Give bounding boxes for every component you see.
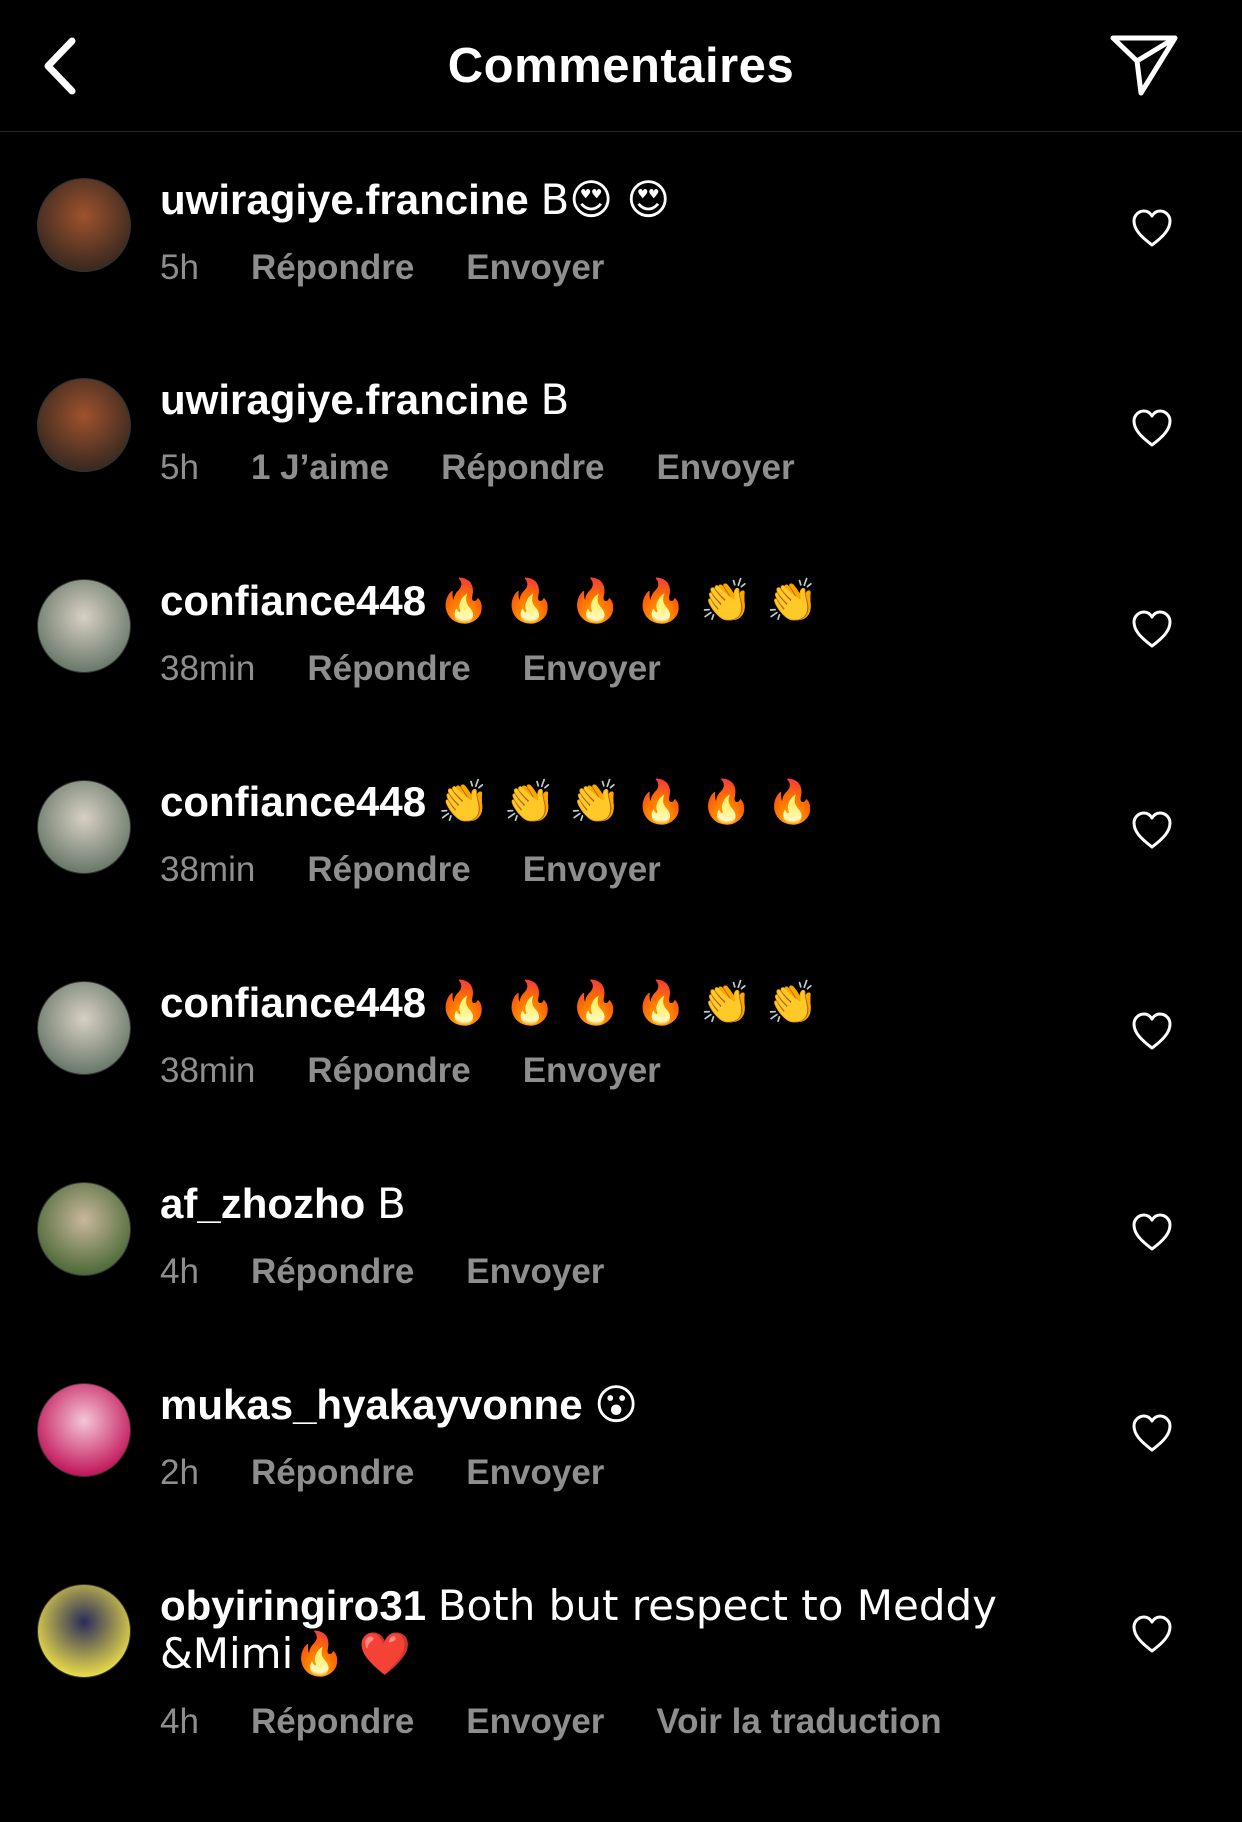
share-button[interactable] xyxy=(1106,30,1182,100)
avatar[interactable] xyxy=(37,579,131,673)
reply-button[interactable]: Répondre xyxy=(251,248,414,288)
comment-meta: 2h Répondre Envoyer xyxy=(160,1453,604,1493)
send-button[interactable]: Envoyer xyxy=(656,448,794,488)
send-button[interactable]: Envoyer xyxy=(466,1252,604,1292)
heart-outline-icon[interactable] xyxy=(1130,407,1174,451)
comment-username[interactable]: confiance448 xyxy=(160,577,426,624)
avatar[interactable] xyxy=(37,178,131,272)
comment-time: 4h xyxy=(160,1252,199,1291)
comment-text-line: mukas_hyakayvonne 😮 xyxy=(160,1381,1020,1429)
comment-meta: 4h Répondre Envoyer xyxy=(160,1252,604,1292)
heart-outline-icon[interactable] xyxy=(1130,608,1174,652)
reply-button[interactable]: Répondre xyxy=(307,850,470,890)
comment-time: 38min xyxy=(160,1051,256,1090)
comment-meta: 38min Répondre Envoyer xyxy=(160,850,661,890)
comment-text-line: uwiragiye.francine B😍 😍 xyxy=(160,176,1020,224)
comment-time: 2h xyxy=(160,1453,199,1492)
page-title: Commentaires xyxy=(447,39,795,93)
paper-plane-icon xyxy=(1110,35,1178,96)
comment-username[interactable]: obyiringiro31 xyxy=(160,1582,426,1629)
see-translation-link[interactable]: Voir la traduction xyxy=(656,1702,941,1742)
comment-body: 👏 👏 👏 🔥 🔥 🔥 xyxy=(437,777,819,826)
reply-button[interactable]: Répondre xyxy=(251,1252,414,1292)
comment-username[interactable]: uwiragiye.francine xyxy=(160,176,529,223)
reply-button[interactable]: Répondre xyxy=(251,1702,414,1742)
avatar[interactable] xyxy=(37,981,131,1075)
comment-text-line: uwiragiye.francine B xyxy=(160,376,1020,424)
comment-body: 🔥 🔥 🔥 🔥 👏 👏 xyxy=(437,978,819,1027)
comment-body: B😍 😍 xyxy=(540,175,671,224)
send-button[interactable]: Envoyer xyxy=(466,1453,604,1493)
comment-username[interactable]: confiance448 xyxy=(160,979,426,1026)
comment-username[interactable]: af_zhozho xyxy=(160,1180,365,1227)
send-button[interactable]: Envoyer xyxy=(523,649,661,689)
heart-outline-icon[interactable] xyxy=(1130,1412,1174,1456)
comment-text-line: obyiringiro31 Both but respect to Meddy … xyxy=(160,1582,1020,1678)
comment-meta: 38min Répondre Envoyer xyxy=(160,1051,661,1091)
comment-body: 🔥 🔥 🔥 🔥 👏 👏 xyxy=(437,576,819,625)
avatar[interactable] xyxy=(37,378,131,472)
comment-meta: 4h Répondre Envoyer Voir la traduction xyxy=(160,1702,942,1742)
comment-text-line: confiance448 👏 👏 👏 🔥 🔥 🔥 xyxy=(160,778,1020,826)
comment-time: 5h xyxy=(160,248,199,287)
comment-meta: 5h Répondre Envoyer xyxy=(160,248,604,288)
reply-button[interactable]: Répondre xyxy=(307,649,470,689)
send-button[interactable]: Envoyer xyxy=(523,1051,661,1091)
comment-meta: 5h 1 J’aime Répondre Envoyer xyxy=(160,448,795,488)
avatar[interactable] xyxy=(37,780,131,874)
heart-outline-icon[interactable] xyxy=(1130,207,1174,251)
comment-username[interactable]: uwiragiye.francine xyxy=(160,376,529,423)
top-bar: Commentaires xyxy=(0,0,1242,132)
avatar[interactable] xyxy=(37,1584,131,1678)
comment-body: B xyxy=(377,1179,406,1228)
heart-outline-icon[interactable] xyxy=(1130,1010,1174,1054)
comment-text-line: confiance448 🔥 🔥 🔥 🔥 👏 👏 xyxy=(160,979,1020,1027)
reply-button[interactable]: Répondre xyxy=(251,1453,414,1493)
comment-text-line: confiance448 🔥 🔥 🔥 🔥 👏 👏 xyxy=(160,577,1020,625)
likes-count-link[interactable]: 1 J’aime xyxy=(251,448,389,488)
heart-outline-icon[interactable] xyxy=(1130,1613,1174,1657)
comment-body: 😮 xyxy=(594,1380,639,1429)
avatar[interactable] xyxy=(37,1182,131,1276)
comment-meta: 38min Répondre Envoyer xyxy=(160,649,661,689)
comment-time: 5h xyxy=(160,448,199,487)
heart-outline-icon[interactable] xyxy=(1130,809,1174,853)
comment-text-line: af_zhozho B xyxy=(160,1180,1020,1228)
reply-button[interactable]: Répondre xyxy=(441,448,604,488)
comment-body: B xyxy=(540,375,570,424)
reply-button[interactable]: Répondre xyxy=(307,1051,470,1091)
comment-username[interactable]: confiance448 xyxy=(160,778,426,825)
comment-time: 4h xyxy=(160,1702,199,1741)
send-button[interactable]: Envoyer xyxy=(523,850,661,890)
avatar[interactable] xyxy=(37,1383,131,1477)
send-button[interactable]: Envoyer xyxy=(466,1702,604,1742)
comment-time: 38min xyxy=(160,850,256,889)
comment-username[interactable]: mukas_hyakayvonne xyxy=(160,1381,583,1428)
send-button[interactable]: Envoyer xyxy=(466,248,604,288)
heart-outline-icon[interactable] xyxy=(1130,1211,1174,1255)
comment-time: 38min xyxy=(160,649,256,688)
